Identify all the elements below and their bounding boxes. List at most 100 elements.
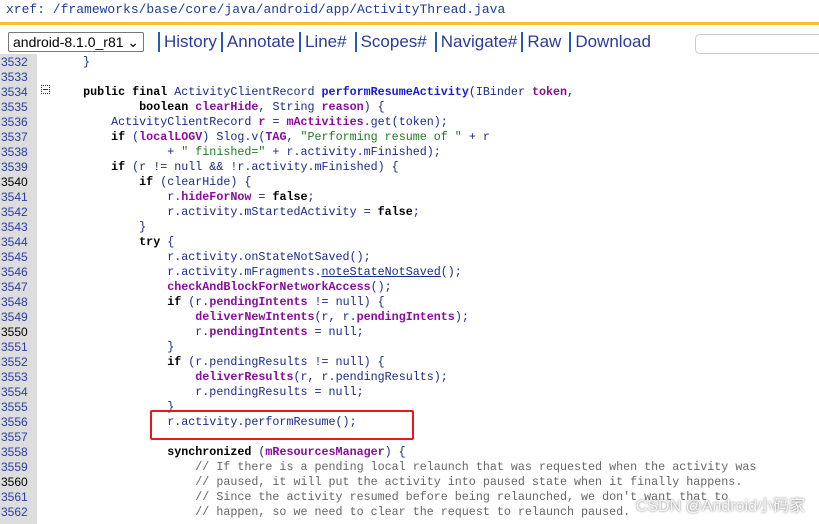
highlight-box — [150, 410, 414, 440]
line-number[interactable]: 3552 — [1, 355, 37, 370]
code-text: r.activity.mStartedActivity = false; — [55, 205, 420, 220]
line-number[interactable]: 3540 — [1, 175, 37, 190]
code-token: if — [167, 355, 182, 369]
code-token: pendingIntents — [209, 325, 308, 339]
code-text: deliverNewIntents(r, r.pendingIntents); — [55, 310, 469, 325]
separator — [354, 32, 357, 52]
code-text: r.activity.onStateNotSaved(); — [55, 250, 371, 265]
line-number[interactable]: 3553 — [1, 370, 37, 385]
code-token: != null) { — [307, 295, 385, 309]
code-token: ) { — [363, 100, 385, 114]
line-numbers-link[interactable]: Line# — [305, 32, 347, 52]
line-number[interactable]: 3549 — [1, 310, 37, 325]
code-token: } — [55, 340, 175, 354]
code-line: 3538 + " finished=" + r.activity.mFinish… — [0, 145, 819, 160]
code-text: r.pendingIntents = null; — [55, 325, 363, 340]
scopes-link[interactable]: Scopes# — [361, 32, 427, 52]
fold-toggle-icon[interactable] — [41, 85, 50, 94]
code-token: (r. — [181, 295, 210, 309]
separator — [220, 32, 223, 52]
code-text: // paused, it will put the activity into… — [55, 475, 742, 490]
line-number[interactable]: 3537 — [1, 130, 37, 145]
code-token: // Since the activity resumed before bei… — [55, 490, 729, 504]
toolbar: android-8.1.0_r81 ⌄ History Annotate Line… — [8, 30, 651, 54]
line-number[interactable]: 3558 — [1, 445, 37, 460]
code-token: // If there is a pending local relaunch … — [55, 460, 757, 474]
code-line: 3535 boolean clearHide, String reason) { — [0, 100, 819, 115]
separator — [434, 32, 437, 52]
history-link[interactable]: History — [164, 32, 217, 52]
line-number[interactable]: 3535 — [1, 100, 37, 115]
code-view: 3532 } 3533 3534 public final ActivityClie… — [0, 54, 819, 524]
annotate-link[interactable]: Annotate — [227, 32, 295, 52]
code-token: .get(token); — [363, 115, 448, 129]
line-number[interactable]: 3554 — [1, 385, 37, 400]
line-number[interactable]: 3541 — [1, 190, 37, 205]
code-token: localLOGV — [139, 130, 203, 144]
line-number[interactable]: 3544 — [1, 235, 37, 250]
line-number[interactable]: 3547 — [1, 280, 37, 295]
raw-link[interactable]: Raw — [527, 32, 561, 52]
line-number[interactable]: 3534 — [1, 85, 37, 100]
code-token: (r, r. — [314, 310, 357, 324]
line-number[interactable]: 3532 — [1, 55, 37, 70]
code-token: = — [251, 190, 273, 204]
code-token: mActivities — [286, 115, 364, 129]
code-token: ( — [251, 445, 266, 459]
code-token: clearHide — [195, 100, 259, 114]
line-number[interactable]: 3542 — [1, 205, 37, 220]
line-number[interactable]: 3555 — [1, 400, 37, 415]
line-number[interactable]: 3543 — [1, 220, 37, 235]
code-token: ) Slog.v( — [202, 130, 266, 144]
line-number[interactable]: 3557 — [1, 430, 37, 445]
navigate-link[interactable]: Navigate# — [441, 32, 518, 52]
header-divider — [0, 22, 819, 25]
code-token: } — [55, 55, 91, 69]
code-token: ; — [412, 205, 420, 219]
line-number[interactable]: 3561 — [1, 490, 37, 505]
line-number[interactable]: 3548 — [1, 295, 37, 310]
code-text: if (r != null && !r.activity.mFinished) … — [55, 160, 399, 175]
code-token: (); — [370, 280, 392, 294]
line-number[interactable]: 3545 — [1, 250, 37, 265]
code-token: r.activity.onStateNotSaved(); — [55, 250, 371, 264]
code-line: 3550 r.pendingIntents = null; — [0, 325, 819, 340]
xref-path: xref: /frameworks/base/core/java/android… — [6, 2, 506, 17]
code-token: TAG — [265, 130, 287, 144]
line-number[interactable]: 3550 — [1, 325, 37, 340]
version-select[interactable]: android-8.1.0_r81 ⌄ — [8, 32, 144, 52]
code-token: (r.pendingResults != null) { — [181, 355, 385, 369]
code-token: ); — [454, 310, 469, 324]
search-input[interactable] — [695, 34, 819, 54]
code-token: } — [55, 220, 147, 234]
code-text: + " finished=" + r.activity.mFinished); — [55, 145, 441, 160]
line-number[interactable]: 3546 — [1, 265, 37, 280]
line-number[interactable]: 3538 — [1, 145, 37, 160]
line-number[interactable]: 3559 — [1, 460, 37, 475]
code-line: 3549 deliverNewIntents(r, r.pendingInten… — [0, 310, 819, 325]
line-number[interactable]: 3533 — [1, 70, 37, 85]
code-line: 3537 if (localLOGV) Slog.v(TAG, "Perform… — [0, 130, 819, 145]
code-text: r.hideForNow = false; — [55, 190, 314, 205]
line-number[interactable]: 3551 — [1, 340, 37, 355]
code-token: ( — [125, 130, 140, 144]
code-token: (); — [440, 265, 462, 279]
separator — [569, 32, 572, 52]
line-number[interactable]: 3562 — [1, 505, 37, 520]
code-token: // paused, it will put the activity into… — [55, 475, 743, 489]
line-number[interactable]: 3556 — [1, 415, 37, 430]
code-text: } — [55, 220, 146, 235]
code-text: synchronized (mResourcesManager) { — [55, 445, 405, 460]
code-text: ActivityClientRecord r = mActivities.get… — [55, 115, 448, 130]
code-token: , — [286, 130, 301, 144]
line-number[interactable]: 3536 — [1, 115, 37, 130]
line-number[interactable]: 3560 — [1, 475, 37, 490]
download-link[interactable]: Download — [575, 32, 651, 52]
code-line: 3547 checkAndBlockForNetworkAccess(); — [0, 280, 819, 295]
line-number[interactable]: 3539 — [1, 160, 37, 175]
code-token: public final — [83, 85, 168, 99]
